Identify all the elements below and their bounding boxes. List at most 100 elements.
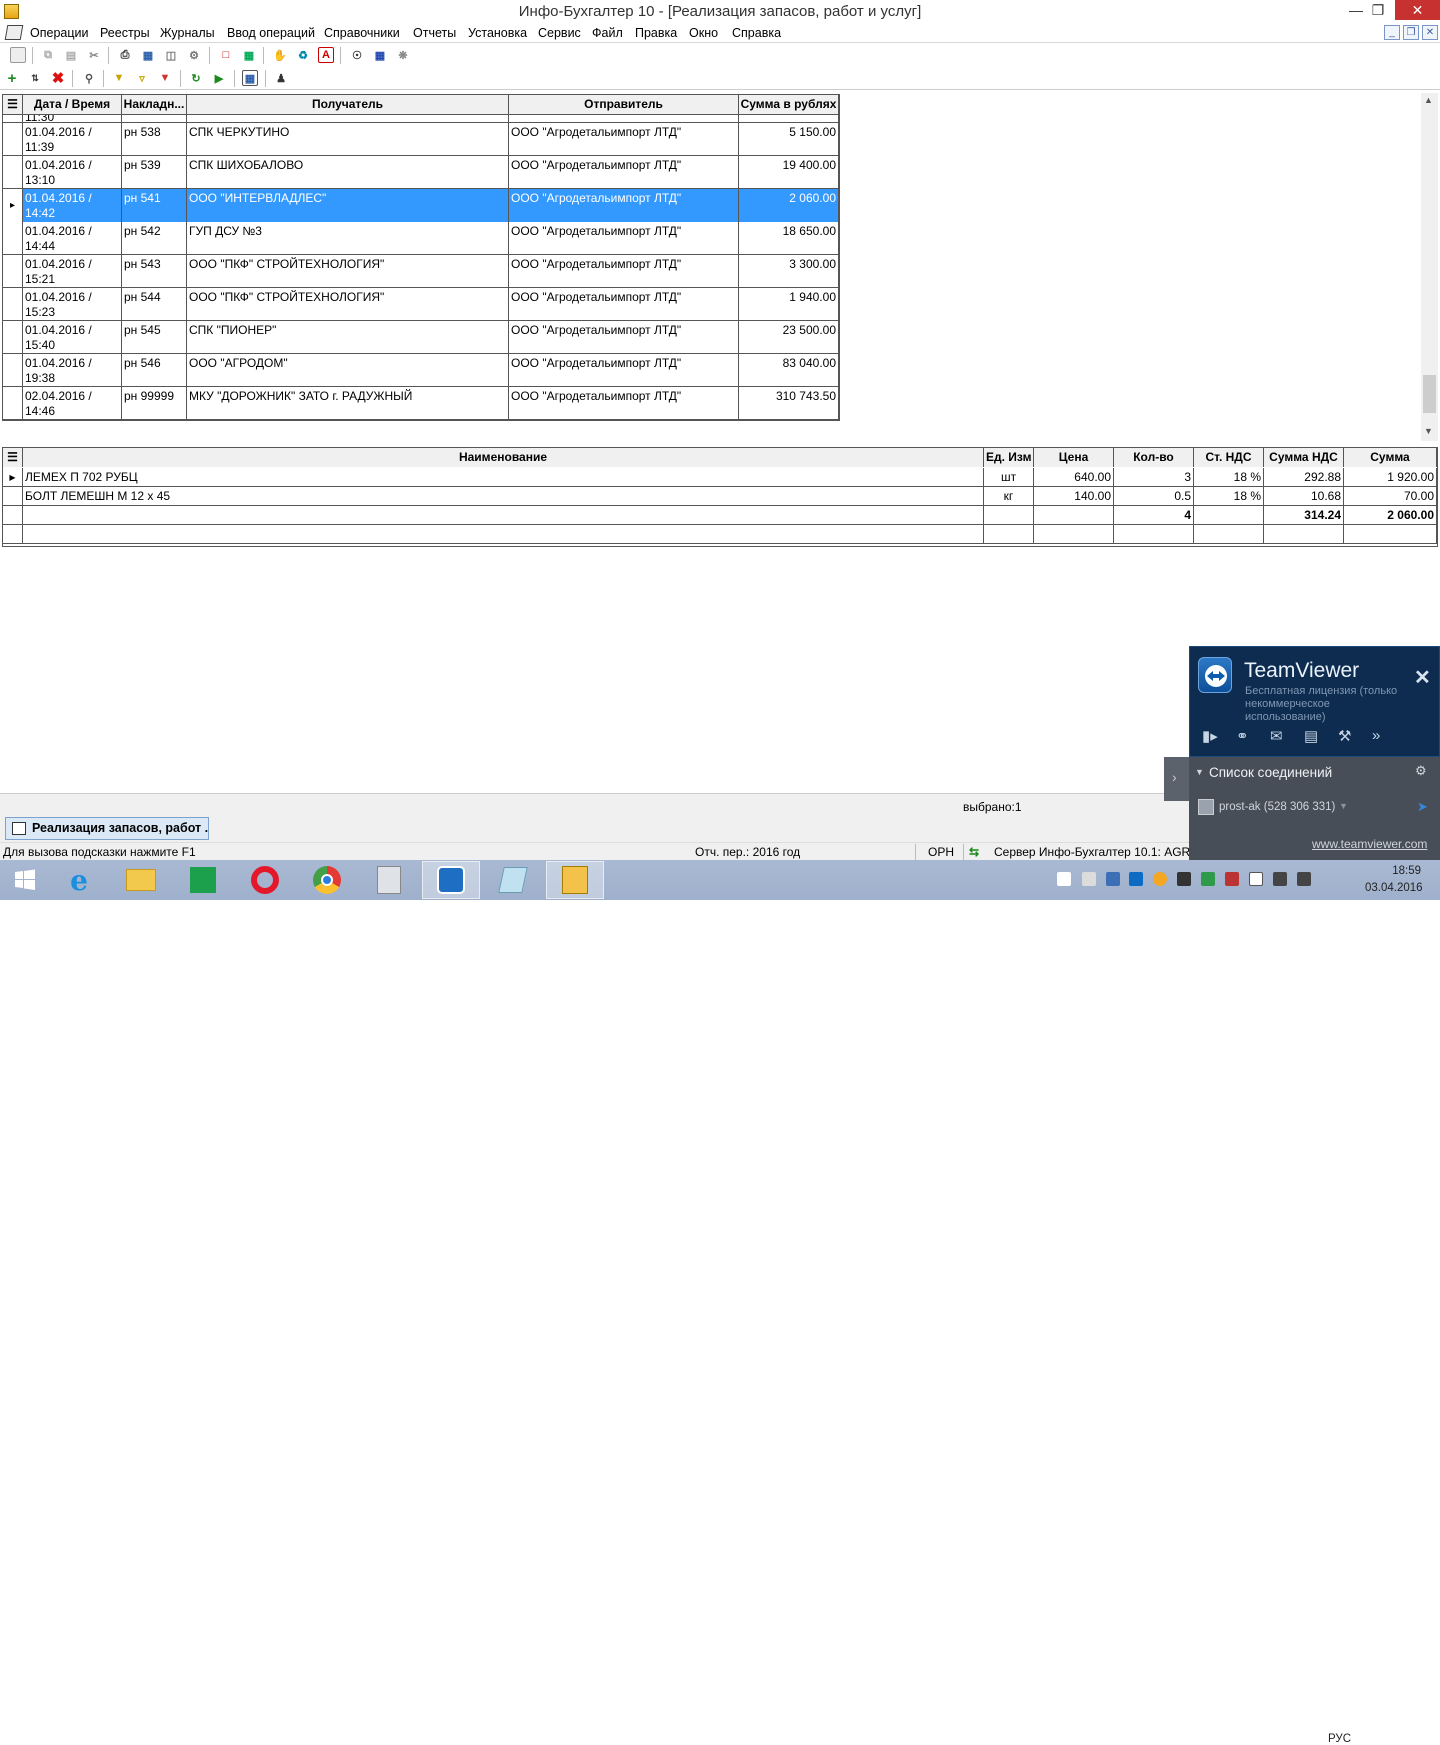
table-row[interactable]: 02.04.2016 /14:46 рн 99999 МКУ "ДОРОЖНИК" … bbox=[3, 387, 839, 420]
scroll-up-icon[interactable]: ▲ bbox=[1424, 95, 1433, 105]
find-icon[interactable]: ⚲ bbox=[81, 70, 97, 86]
scroll-down-icon[interactable]: ▼ bbox=[1424, 426, 1433, 436]
vertical-scrollbar[interactable]: ▲ ▼ bbox=[1421, 93, 1438, 441]
explorer-taskbar-icon[interactable] bbox=[112, 861, 170, 899]
server-taskbar-icon[interactable] bbox=[360, 861, 418, 899]
calculator-icon[interactable]: ▦ bbox=[241, 47, 257, 63]
copy-icon[interactable]: ⧉ bbox=[40, 47, 56, 63]
grid-menu-icon[interactable]: ☰ bbox=[3, 95, 23, 115]
restore-button[interactable]: ❐ bbox=[1361, 0, 1395, 20]
table-row[interactable]: 01.04.2016 /15:23 рн 544 ООО "ПКФ" СТРОЙТЕ… bbox=[3, 288, 839, 321]
teamviewer-link[interactable]: www.teamviewer.com bbox=[1312, 837, 1427, 851]
preview-icon[interactable]: ▦ bbox=[140, 47, 156, 63]
video-icon[interactable]: ▮▸ bbox=[1202, 727, 1218, 745]
menu-reports[interactable]: Отчеты bbox=[413, 26, 456, 40]
filter-icon[interactable]: ▼ bbox=[111, 70, 127, 86]
table-row-partial[interactable]: 11:30 bbox=[3, 115, 839, 123]
infobuh-taskbar-icon[interactable] bbox=[546, 861, 604, 899]
menu-window[interactable]: Окно bbox=[689, 26, 718, 40]
mdi-close-button[interactable]: ✕ bbox=[1422, 25, 1438, 40]
filter-clear-icon[interactable]: ▼ bbox=[157, 70, 173, 86]
grid-menu-icon[interactable]: ☰ bbox=[3, 448, 23, 467]
menu-file[interactable]: Файл bbox=[592, 26, 623, 40]
connection-item[interactable]: prost-ak (528 306 331) bbox=[1219, 801, 1335, 813]
hand-icon[interactable]: ✋ bbox=[272, 47, 288, 63]
settings-icon[interactable]: ⚙ bbox=[186, 47, 202, 63]
more-icon[interactable]: » bbox=[1372, 727, 1380, 744]
teamviewer-collapse-tab[interactable]: › bbox=[1164, 757, 1190, 801]
table-icon[interactable] bbox=[10, 47, 26, 63]
user-icon[interactable]: ♟ bbox=[273, 70, 289, 86]
teamviewer-close-button[interactable]: ✕ bbox=[1414, 665, 1431, 690]
window-tab-sales[interactable]: Реализация запасов, работ ... bbox=[5, 817, 209, 840]
col-header-invoice[interactable]: Накладн... bbox=[122, 95, 187, 115]
delete-icon[interactable]: ✖ bbox=[50, 70, 66, 87]
table-row[interactable]: БОЛТ ЛЕМЕШН М 12 х 45 кг 140.00 0.5 18 %… bbox=[3, 487, 1437, 506]
tray-icon-mail[interactable] bbox=[1177, 872, 1191, 886]
pin-icon[interactable]: ➤ bbox=[1417, 799, 1428, 815]
add-icon[interactable]: + bbox=[4, 70, 20, 87]
menu-journals[interactable]: Журналы bbox=[160, 26, 215, 40]
filter-edit-icon[interactable]: ▿ bbox=[134, 70, 150, 86]
table-row[interactable]: 01.04.2016 /13:10 рн 539 СПК ШИХОБАЛОВО ООО… bbox=[3, 156, 839, 189]
chevron-down-icon[interactable]: ▼ bbox=[1339, 801, 1348, 811]
compass-icon[interactable]: ☉ bbox=[349, 47, 365, 63]
document-icon[interactable] bbox=[4, 25, 24, 40]
files-icon[interactable]: ▤ bbox=[1304, 727, 1318, 745]
col-header-price[interactable]: Цена bbox=[1034, 448, 1114, 467]
col-header-vat-sum[interactable]: Сумма НДС bbox=[1264, 448, 1344, 467]
teamviewer-taskbar-icon[interactable] bbox=[422, 861, 480, 899]
tools-icon[interactable]: ⚒ bbox=[1338, 727, 1351, 745]
cut-icon[interactable]: ✂ bbox=[86, 47, 102, 63]
clock-time[interactable]: 18:59 bbox=[1365, 865, 1421, 877]
col-header-vat-rate[interactable]: Ст. НДС bbox=[1194, 448, 1264, 467]
table-row[interactable]: 01.04.2016 /19:38 рн 546 ООО "АГРОДОМ" ООО … bbox=[3, 354, 839, 387]
tray-icon-volume[interactable] bbox=[1297, 872, 1311, 886]
app-taskbar-icon[interactable] bbox=[484, 861, 542, 899]
tray-icon-windows[interactable] bbox=[1057, 872, 1071, 886]
gear-icon[interactable]: ❋ bbox=[395, 47, 411, 63]
table-row[interactable]: 01.04.2016 /14:44 рн 542 ГУП ДСУ №3 ООО "Аг… bbox=[3, 222, 839, 255]
tray-icon-teamviewer[interactable] bbox=[1129, 872, 1143, 886]
col-header-sender[interactable]: Отправитель bbox=[509, 95, 739, 115]
report-icon[interactable]: □ bbox=[218, 47, 234, 63]
tray-icon-update[interactable] bbox=[1153, 872, 1167, 886]
menu-edit[interactable]: Правка bbox=[635, 26, 677, 40]
add-row-button[interactable]: + bbox=[3, 420, 23, 421]
col-header-recipient[interactable]: Получатель bbox=[187, 95, 509, 115]
ie-taskbar-icon[interactable]: e bbox=[50, 861, 108, 899]
col-header-sum[interactable]: Сумма в рублях bbox=[739, 95, 839, 115]
gear-icon[interactable]: ⚙ bbox=[1415, 763, 1427, 779]
chrome-taskbar-icon[interactable] bbox=[298, 861, 356, 899]
tray-icon-app[interactable] bbox=[1106, 872, 1120, 886]
col-header-unit[interactable]: Ед. Изм bbox=[984, 448, 1034, 467]
table-row[interactable]: 01.04.2016 /15:21 рн 543 ООО "ПКФ" СТРОЙТЕ… bbox=[3, 255, 839, 288]
table-row[interactable]: 01.04.2016 /11:39 рн 538 СПК ЧЕРКУТИНО ООО … bbox=[3, 123, 839, 156]
scroll-thumb[interactable] bbox=[1423, 375, 1436, 413]
menu-registers[interactable]: Реестры bbox=[100, 26, 150, 40]
new-row[interactable]: + bbox=[3, 420, 839, 421]
chevron-down-icon[interactable]: ▼ bbox=[1195, 767, 1204, 777]
col-header-sum[interactable]: Сумма bbox=[1344, 448, 1437, 467]
store-taskbar-icon[interactable] bbox=[174, 861, 232, 899]
print-icon[interactable]: ⎙ bbox=[117, 47, 133, 63]
language-indicator[interactable]: РУС bbox=[1328, 1733, 1351, 1745]
play-icon[interactable]: ▶ bbox=[211, 70, 227, 86]
col-header-qty[interactable]: Кол-во bbox=[1114, 448, 1194, 467]
table-row[interactable]: ▸ 01.04.2016 /14:42 рн 541 ООО "ИНТЕРВЛАДЛЕ… bbox=[3, 189, 839, 222]
menu-help[interactable]: Справка bbox=[732, 26, 781, 40]
menu-service[interactable]: Сервис bbox=[538, 26, 581, 40]
archive-icon[interactable]: A bbox=[318, 47, 334, 63]
export-icon[interactable]: ◫ bbox=[163, 47, 179, 63]
columns-icon[interactable]: ▦ bbox=[242, 70, 258, 86]
chat-icon[interactable]: ✉ bbox=[1270, 727, 1283, 745]
copy-record-icon[interactable]: ⇅ bbox=[27, 70, 43, 86]
table-row[interactable]: 01.04.2016 /15:40 рн 545 СПК "ПИОНЕР" ООО "… bbox=[3, 321, 839, 354]
menu-setup[interactable]: Установка bbox=[468, 26, 527, 40]
col-header-date[interactable]: Дата / Время bbox=[23, 95, 122, 115]
mdi-restore-button[interactable]: ❐ bbox=[1403, 25, 1419, 40]
recycle-icon[interactable]: ♻ bbox=[295, 47, 311, 63]
opera-taskbar-icon[interactable] bbox=[236, 861, 294, 899]
calendar-icon[interactable]: ▦ bbox=[372, 47, 388, 63]
menu-references[interactable]: Справочники bbox=[324, 26, 400, 40]
